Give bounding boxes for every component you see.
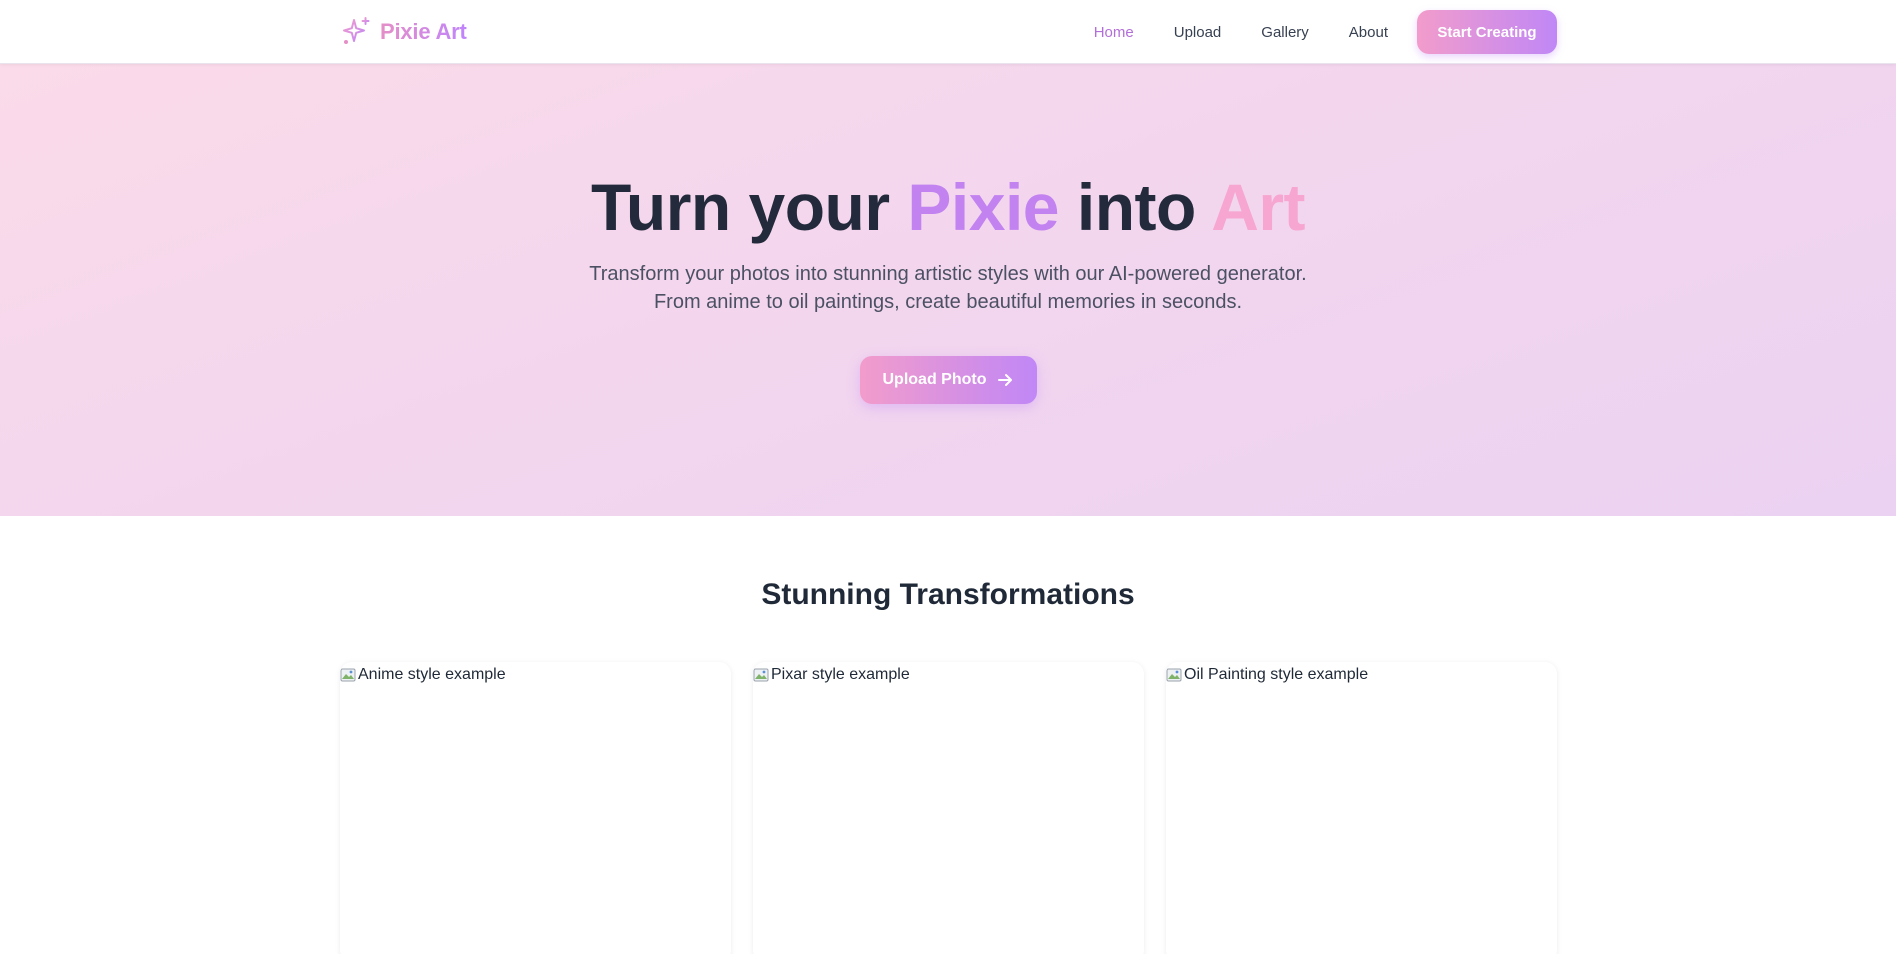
example-card-anime[interactable]: Anime style example xyxy=(340,662,731,954)
broken-image-icon xyxy=(340,668,356,682)
broken-image-icon xyxy=(1166,668,1182,682)
broken-image-icon xyxy=(753,668,769,682)
nav-link-about[interactable]: About xyxy=(1349,16,1388,49)
nav-links: Home Upload Gallery About Start Creating xyxy=(1094,10,1557,54)
hero-title-part1: Turn your xyxy=(590,170,908,244)
hero-title-highlight-art: Art xyxy=(1211,170,1306,244)
navbar-inner: Pixie Art Home Upload Gallery About Star… xyxy=(340,0,1557,64)
example-card-pixar[interactable]: Pixar style example xyxy=(753,662,1144,954)
upload-photo-button[interactable]: Upload Photo xyxy=(860,356,1037,404)
hero-section: Turn your Pixie into Art Transform your … xyxy=(0,64,1896,516)
hero-subtitle-line2: From anime to oil paintings, create beau… xyxy=(653,291,1243,313)
example-image-alt-text: Anime style example xyxy=(358,666,506,683)
hero-subtitle-line1: Transform your photos into stunning arti… xyxy=(589,263,1307,285)
example-card-oil-painting[interactable]: Oil Painting style example xyxy=(1166,662,1557,954)
section-title: Stunning Transformations xyxy=(761,578,1135,611)
nav-link-home[interactable]: Home xyxy=(1094,16,1134,49)
example-image-alt-text: Pixar style example xyxy=(771,666,910,683)
nav-link-upload[interactable]: Upload xyxy=(1174,16,1222,49)
example-image-pixar: Pixar style example xyxy=(753,662,1144,684)
example-image-alt-text: Oil Painting style example xyxy=(1184,666,1369,683)
hero-title: Turn your Pixie into Art xyxy=(0,169,1896,245)
hero-title-highlight-pixie: Pixie xyxy=(907,170,1060,244)
example-image-oil-painting: Oil Painting style example xyxy=(1166,662,1557,684)
top-navbar: Pixie Art Home Upload Gallery About Star… xyxy=(0,0,1896,64)
brand-name: Pixie Art xyxy=(380,19,467,44)
brand-logo[interactable]: Pixie Art xyxy=(340,15,467,49)
arrow-right-icon xyxy=(998,374,1013,386)
upload-photo-label: Upload Photo xyxy=(882,371,987,388)
hero-title-part2: into xyxy=(1059,170,1212,244)
nav-link-gallery[interactable]: Gallery xyxy=(1261,16,1309,49)
example-image-anime: Anime style example xyxy=(340,662,731,684)
start-creating-button[interactable]: Start Creating xyxy=(1417,10,1557,54)
sparkles-icon xyxy=(343,17,370,44)
hero-subtitle: Transform your photos into stunning arti… xyxy=(0,260,1896,316)
